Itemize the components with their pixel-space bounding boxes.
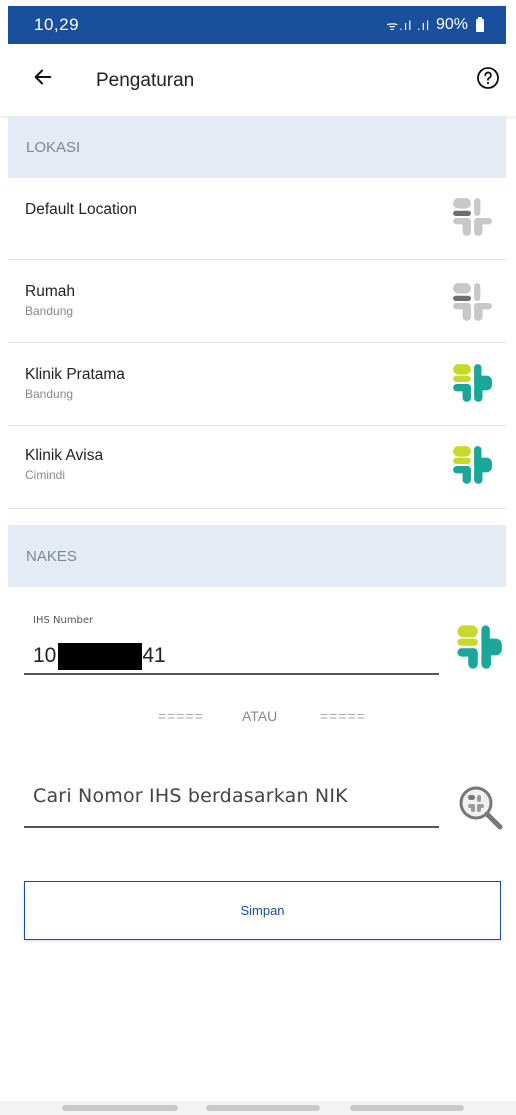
status-indicators: ᯤ.ıl .ıl 90% [386, 16, 484, 34]
status-bar: 10,29 ᯤ.ıl .ıl 90% [8, 6, 506, 44]
location-city: Bandung [25, 387, 74, 401]
location-name: Default Location [25, 201, 138, 218]
clinic-logo-icon [453, 283, 492, 321]
location-city: Bandung [25, 304, 74, 318]
location-name: Klinik Pratama [25, 366, 125, 383]
clinic-logo-icon [453, 198, 492, 236]
ihs-number-end: 41 [142, 644, 166, 667]
status-time: 10,29 [34, 15, 80, 34]
clinic-logo-icon [453, 364, 492, 402]
nik-search-placeholder[interactable]: Cari Nomor IHS berdasarkan NIK [33, 785, 348, 807]
clinic-logo-icon [457, 625, 502, 669]
location-item-klinik-avisa[interactable]: Klinik Avisa Cimindi [8, 427, 506, 509]
ihs-number-underline [24, 673, 439, 675]
nav-recents-button[interactable] [62, 1105, 178, 1111]
battery-icon [476, 16, 484, 32]
nav-home-button[interactable] [206, 1105, 320, 1111]
section-header-nakes: NAKES [8, 525, 506, 587]
save-button[interactable]: Simpan [24, 881, 501, 940]
location-name: Rumah [25, 283, 75, 300]
signal-icon: ᯤ.ıl .ıl [386, 18, 430, 33]
nik-search-underline [24, 826, 439, 828]
search-icon[interactable] [456, 783, 504, 831]
location-city: Cimindi [25, 468, 66, 482]
battery-level: 90% [435, 16, 468, 33]
section-header-lokasi: LOKASI [8, 116, 506, 178]
clinic-logo-icon [453, 446, 492, 484]
redaction-bar [58, 643, 142, 670]
system-nav-bar [0, 1101, 516, 1115]
location-name: Klinik Avisa [25, 447, 104, 464]
divider-left: ===== [158, 708, 204, 724]
ihs-number-label: IHS Number [33, 615, 94, 626]
location-item-rumah[interactable]: Rumah Bandung [8, 261, 506, 343]
arrow-left-icon[interactable] [32, 66, 54, 88]
location-item-default[interactable]: Default Location [8, 178, 506, 260]
nav-back-button[interactable] [350, 1105, 464, 1111]
location-item-klinik-pratama[interactable]: Klinik Pratama Bandung [8, 344, 506, 426]
divider-text: ATAU [242, 708, 278, 724]
app-header: Pengaturan [0, 44, 516, 116]
page-title: Pengaturan [96, 70, 195, 91]
ihs-number-start: 10 [33, 644, 57, 667]
help-icon[interactable] [476, 66, 500, 90]
divider-right: ===== [320, 708, 366, 724]
